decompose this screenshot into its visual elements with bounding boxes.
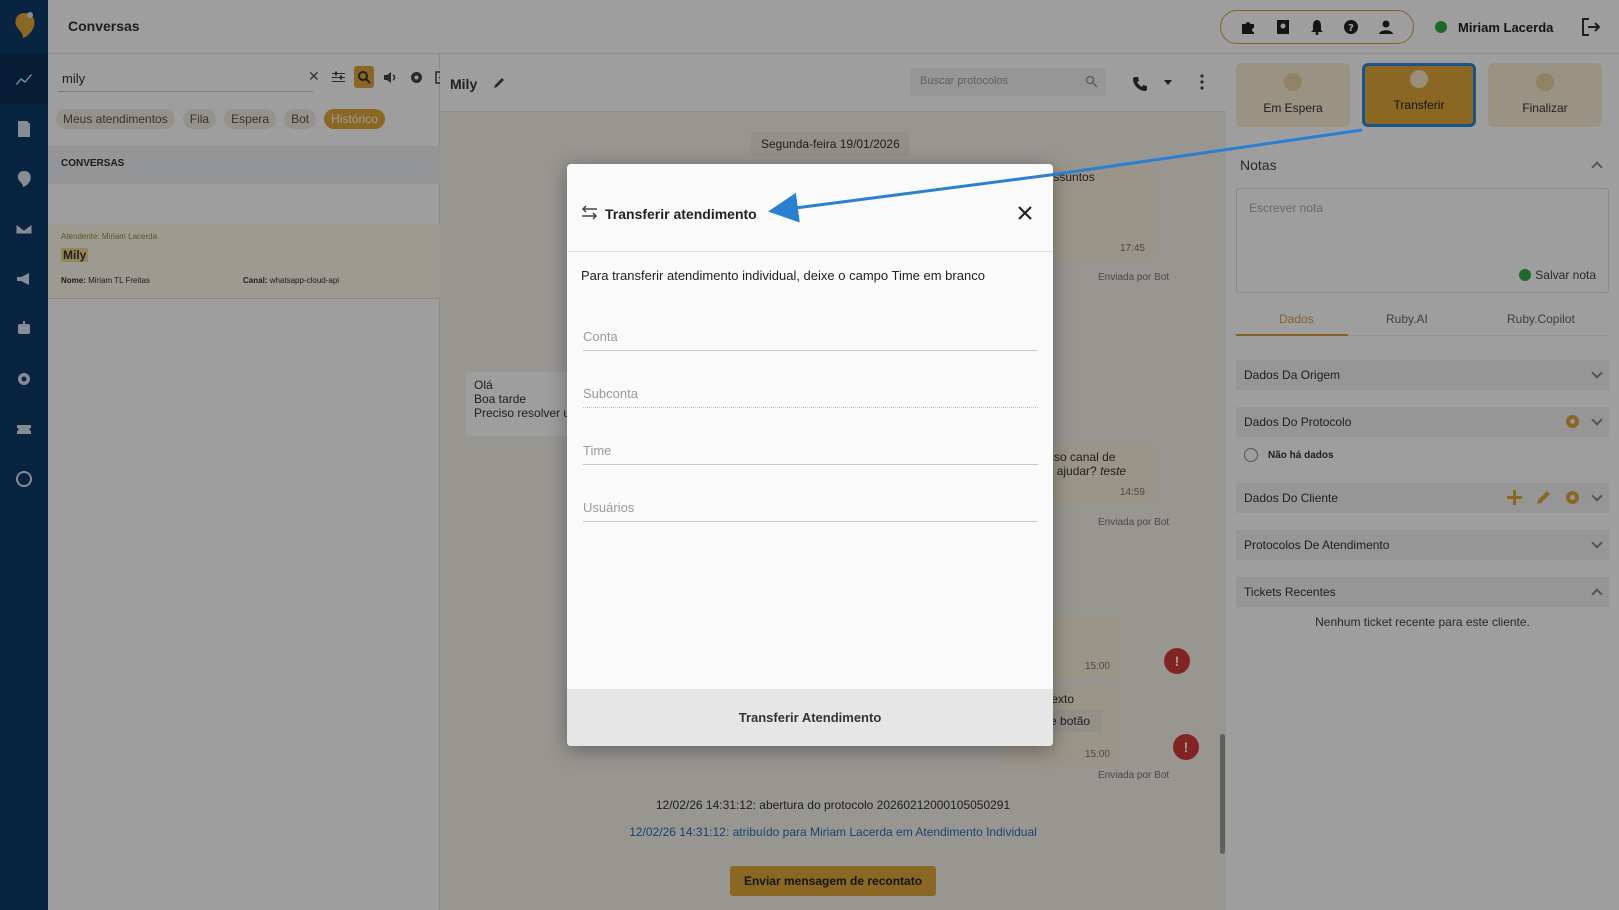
close-icon[interactable] [1016, 204, 1034, 222]
modal-header: Transferir atendimento [567, 164, 1053, 252]
team-field[interactable]: Time [583, 435, 1038, 465]
subaccount-field[interactable]: Subconta [583, 378, 1038, 408]
account-field[interactable]: Conta [583, 321, 1038, 351]
modal-hint: Para transferir atendimento individual, … [581, 268, 985, 283]
modal-title: Transferir atendimento [605, 206, 757, 222]
transfer-arrows-icon [581, 205, 598, 220]
transfer-submit-button[interactable]: Transferir Atendimento [567, 689, 1053, 746]
users-field[interactable]: Usuários [583, 492, 1038, 522]
transfer-modal: Transferir atendimento Para transferir a… [567, 164, 1053, 746]
